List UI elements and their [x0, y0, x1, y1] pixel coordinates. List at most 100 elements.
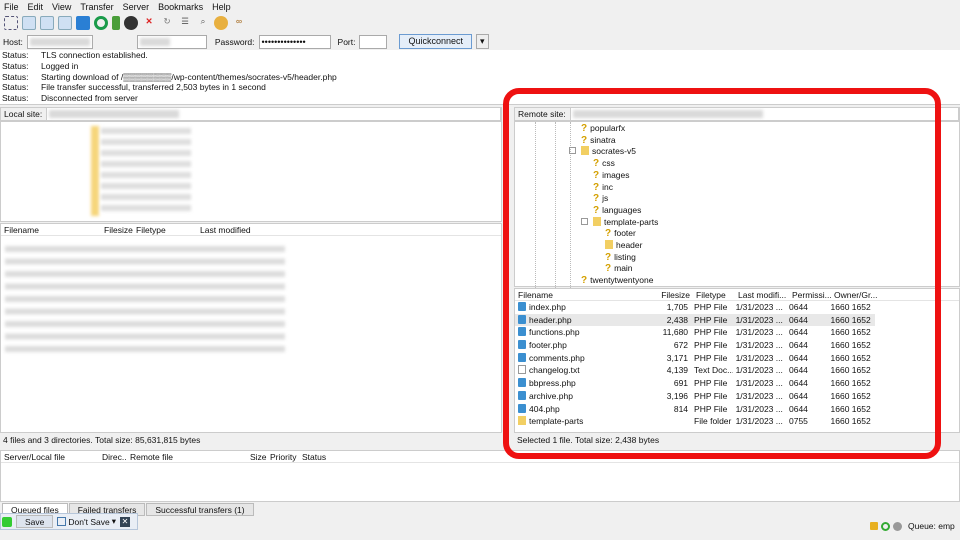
file-perm: 0755	[788, 416, 808, 427]
file-row[interactable]: index.php 1,705 PHP File 1/31/2023 ... 0644 1…	[515, 301, 875, 314]
menu-file[interactable]: File	[4, 2, 19, 12]
file-owner: 1660 1652	[830, 390, 871, 401]
app-icon	[2, 516, 12, 527]
toggle-queue-icon[interactable]	[76, 16, 90, 30]
file-name: header.php	[529, 314, 572, 325]
file-row[interactable]: footer.php 672 PHP File 1/31/2023 ... 0644 16…	[515, 339, 875, 352]
tree-node[interactable]: ? popularfx	[581, 123, 625, 135]
file-name: footer.php	[529, 340, 567, 351]
remote-site-input[interactable]	[569, 107, 959, 121]
remote-tree[interactable]: ? popularfx? sinatra socrates-v5? css? images…	[514, 121, 960, 288]
column-header[interactable]: Filesize	[101, 224, 133, 235]
sync-browse-icon[interactable]	[214, 16, 228, 30]
log-entry: Status: File transfer successful, transfe…	[0, 82, 960, 93]
file-row[interactable]: bbpress.php 691 PHP File 1/31/2023 ... 0644 1…	[515, 377, 875, 390]
column-header[interactable]: Last modified	[197, 224, 317, 235]
column-header[interactable]: Filesize	[655, 289, 693, 300]
tree-node[interactable]: ? inc	[593, 182, 613, 194]
file-perm: 0644	[788, 365, 808, 376]
password-input[interactable]: ••••••••••••••	[258, 34, 331, 49]
menu-server[interactable]: Server	[123, 2, 150, 12]
disconnect-icon[interactable]: ✕	[142, 16, 156, 30]
column-header[interactable]: Filename	[1, 224, 101, 235]
tree-node[interactable]: ? main	[605, 263, 633, 275]
tree-node[interactable]: ? css	[593, 158, 615, 170]
column-header[interactable]: Status	[299, 451, 359, 462]
file-row[interactable]: archive.php 3,196 PHP File 1/31/2023 ... 064…	[515, 390, 875, 403]
column-header[interactable]: Priority	[267, 451, 299, 462]
close-icon[interactable]: ✕	[119, 516, 130, 527]
column-header[interactable]: Size	[247, 451, 267, 462]
column-header[interactable]: Last modifi...	[735, 289, 789, 300]
tree-node[interactable]: ? footer	[605, 228, 636, 240]
file-row[interactable]: header.php 2,438 PHP File 1/31/2023 ... 0644…	[515, 313, 875, 327]
host-input[interactable]	[26, 34, 93, 49]
folder-icon	[518, 416, 526, 426]
collapse-icon[interactable]	[581, 217, 588, 225]
binoculars-icon[interactable]: ∞	[232, 16, 246, 30]
menu-view[interactable]: View	[52, 2, 71, 12]
column-header[interactable]: Permissi...	[789, 289, 831, 300]
filter-icon[interactable]	[112, 16, 120, 30]
column-header[interactable]: Owner/Gr...	[831, 289, 879, 300]
lock-icon	[870, 522, 878, 530]
tree-node[interactable]: ? images	[593, 170, 630, 182]
file-perm: 0644	[788, 314, 808, 325]
transfer-queue[interactable]: Server/Local file Direc... Remote file Size…	[0, 450, 960, 502]
tree-node[interactable]: ? js	[593, 193, 608, 205]
tree-node[interactable]: template-parts	[593, 216, 658, 229]
file-mod: 1/31/2023 ...	[735, 365, 783, 376]
tree-node[interactable]: socrates-v5	[581, 146, 636, 158]
column-header[interactable]: Filetype	[133, 224, 197, 235]
quickconnect-button[interactable]: Quickconnect	[399, 34, 473, 49]
username-input[interactable]	[136, 34, 207, 49]
tree-guide	[535, 122, 536, 288]
tree-node[interactable]: ? listing	[605, 252, 636, 264]
file-row[interactable]: template-parts File folder 1/31/2023 ... 07…	[515, 415, 875, 428]
column-header[interactable]: Direc...	[99, 451, 127, 462]
reconnect-icon[interactable]: ↻	[160, 16, 174, 30]
tree-node[interactable]: ? twentytwentyone	[581, 275, 653, 287]
column-header[interactable]: Server/Local file	[1, 451, 99, 462]
search-icon[interactable]: ⌕	[196, 16, 210, 30]
column-header[interactable]: Filetype	[693, 289, 735, 300]
compare-icon[interactable]: ☰	[178, 16, 192, 30]
quickconnect-dropdown-button[interactable]: ▾	[476, 34, 489, 49]
file-size: 11,680	[662, 327, 689, 338]
file-row[interactable]: functions.php 11,680 PHP File 1/31/2023 ...…	[515, 326, 875, 339]
file-row[interactable]: comments.php 3,171 PHP File 1/31/2023 ... 06…	[515, 352, 875, 365]
toggle-local-tree-icon[interactable]	[40, 16, 54, 30]
menu-help[interactable]: Help	[212, 2, 231, 12]
remote-file-list[interactable]: Filename Filesize Filetype Last modifi... Pe…	[514, 288, 960, 433]
column-header[interactable]: Remote file	[127, 451, 247, 462]
cancel-icon[interactable]	[124, 16, 138, 30]
dont-save-button[interactable]: Don't Save ▾	[57, 516, 116, 527]
tree-node[interactable]: header	[605, 240, 642, 252]
site-manager-icon[interactable]	[4, 16, 18, 30]
port-input[interactable]	[359, 34, 388, 49]
file-name: comments.php	[529, 352, 585, 363]
file-perm: 0644	[788, 352, 808, 363]
column-header[interactable]: Filename	[515, 289, 655, 300]
file-name: index.php	[529, 302, 566, 312]
log-type: Status:	[2, 71, 29, 82]
local-site-input[interactable]	[46, 107, 501, 121]
toggle-remote-tree-icon[interactable]	[58, 16, 72, 30]
menu-bookmarks[interactable]: Bookmarks	[158, 2, 203, 12]
file-row[interactable]: changelog.txt 4,139 Text Doc... 1/31/2023 .…	[515, 364, 875, 377]
tree-node-label: inc	[602, 181, 613, 192]
local-file-list[interactable]: Filename Filesize Filetype Last modified	[0, 223, 502, 433]
tab-successful-transfers-[interactable]: Successful transfers (1)	[146, 503, 254, 516]
tree-node[interactable]: ? languages	[593, 205, 641, 217]
save-button[interactable]: Save	[16, 515, 54, 528]
tree-node[interactable]: ? sinatra	[581, 135, 616, 147]
local-tree[interactable]	[0, 121, 502, 222]
refresh-icon[interactable]	[94, 16, 108, 30]
php-file-icon	[518, 390, 526, 400]
menu-transfer[interactable]: Transfer	[80, 2, 113, 12]
message-log[interactable]: Status: TLS connection established. Status…	[0, 50, 960, 105]
menu-edit[interactable]: Edit	[28, 2, 44, 12]
collapse-icon[interactable]	[569, 147, 576, 155]
toggle-log-icon[interactable]	[22, 16, 36, 30]
file-row[interactable]: 404.php 814 PHP File 1/31/2023 ... 0644 1660 …	[515, 403, 875, 416]
